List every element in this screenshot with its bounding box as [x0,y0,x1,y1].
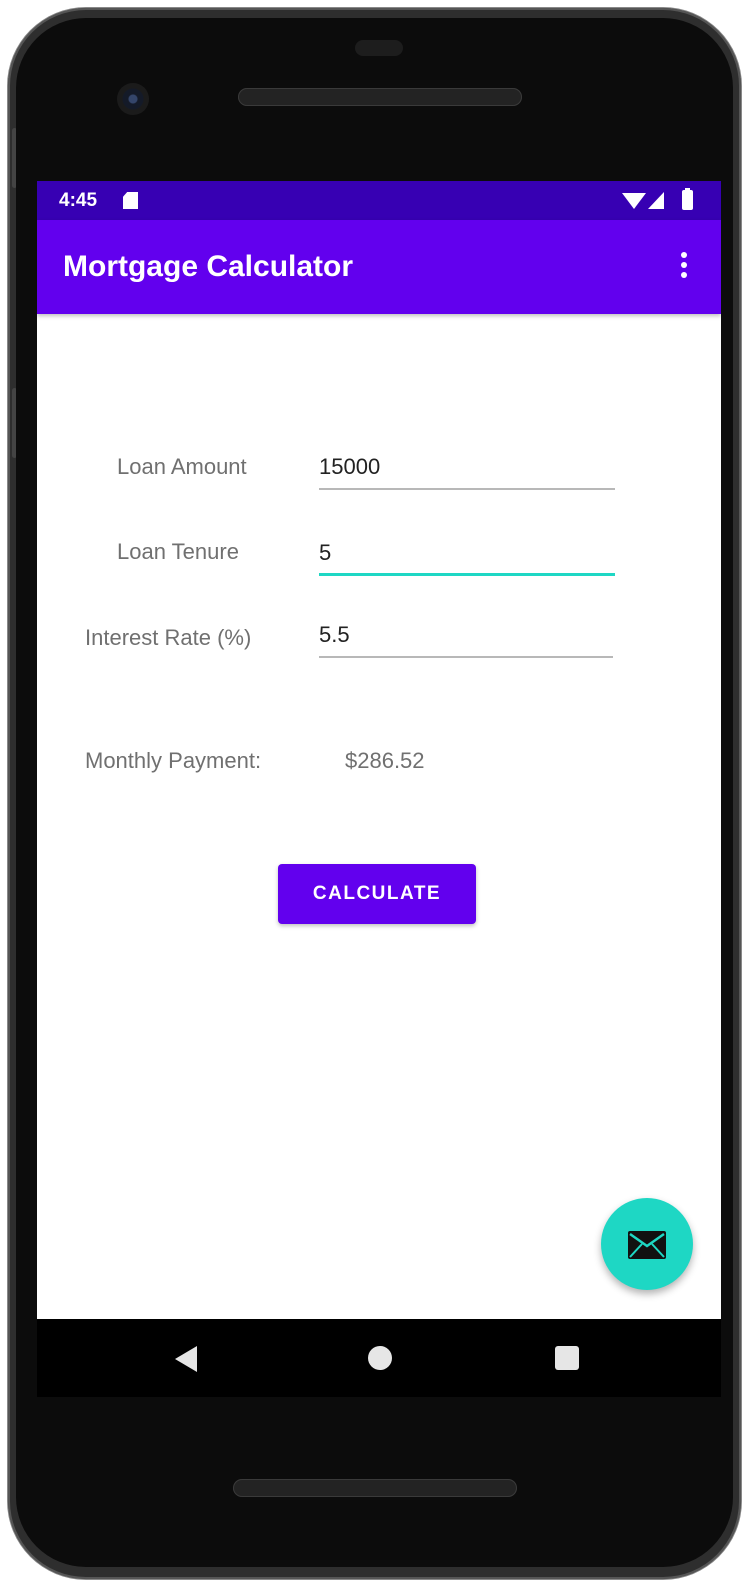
navigation-bar [37,1319,721,1397]
interest-rate-label: Interest Rate (%) [85,625,252,650]
loan-tenure-value: 5 [319,540,332,565]
back-icon[interactable] [175,1346,197,1372]
mail-icon [628,1231,666,1259]
battery-icon [682,188,693,210]
status-bar: 4:45 [37,181,721,220]
home-icon[interactable] [368,1346,392,1370]
app-title: Mortgage Calculator [63,250,354,283]
status-time: 4:45 [59,190,98,211]
loan-amount-field[interactable]: 15000 [319,448,615,490]
loan-amount-label: Loan Amount [117,454,247,479]
recents-icon[interactable] [555,1346,579,1370]
more-vert-icon[interactable] [676,252,692,286]
loan-tenure-underline [319,573,615,576]
top-speaker-grille [238,88,522,106]
front-camera [117,83,149,115]
monthly-payment-value: $286.52 [345,748,425,773]
interest-rate-underline [319,656,613,658]
bottom-speaker-grille [233,1479,517,1497]
calculate-button[interactable]: CALCULATE [278,864,476,924]
interest-rate-value: 5.5 [319,622,350,647]
loan-tenure-label: Loan Tenure [117,539,239,564]
loan-amount-value: 15000 [319,454,381,479]
main-content: Loan Amount 15000 Loan Tenure 5 Interest… [37,314,721,1319]
sd-card-icon [123,192,138,209]
signal-icon [648,192,664,209]
phone-screen: 4:45 Mortgage Calculator Loan Amount 150… [37,181,721,1397]
mail-fab[interactable] [601,1198,693,1290]
interest-rate-field[interactable]: 5.5 [319,616,613,658]
loan-amount-underline [319,488,615,490]
loan-tenure-field[interactable]: 5 [319,534,615,576]
wifi-icon [622,193,646,209]
earpiece [355,40,403,56]
monthly-payment-label: Monthly Payment: [85,748,262,773]
app-bar: Mortgage Calculator [37,220,721,314]
